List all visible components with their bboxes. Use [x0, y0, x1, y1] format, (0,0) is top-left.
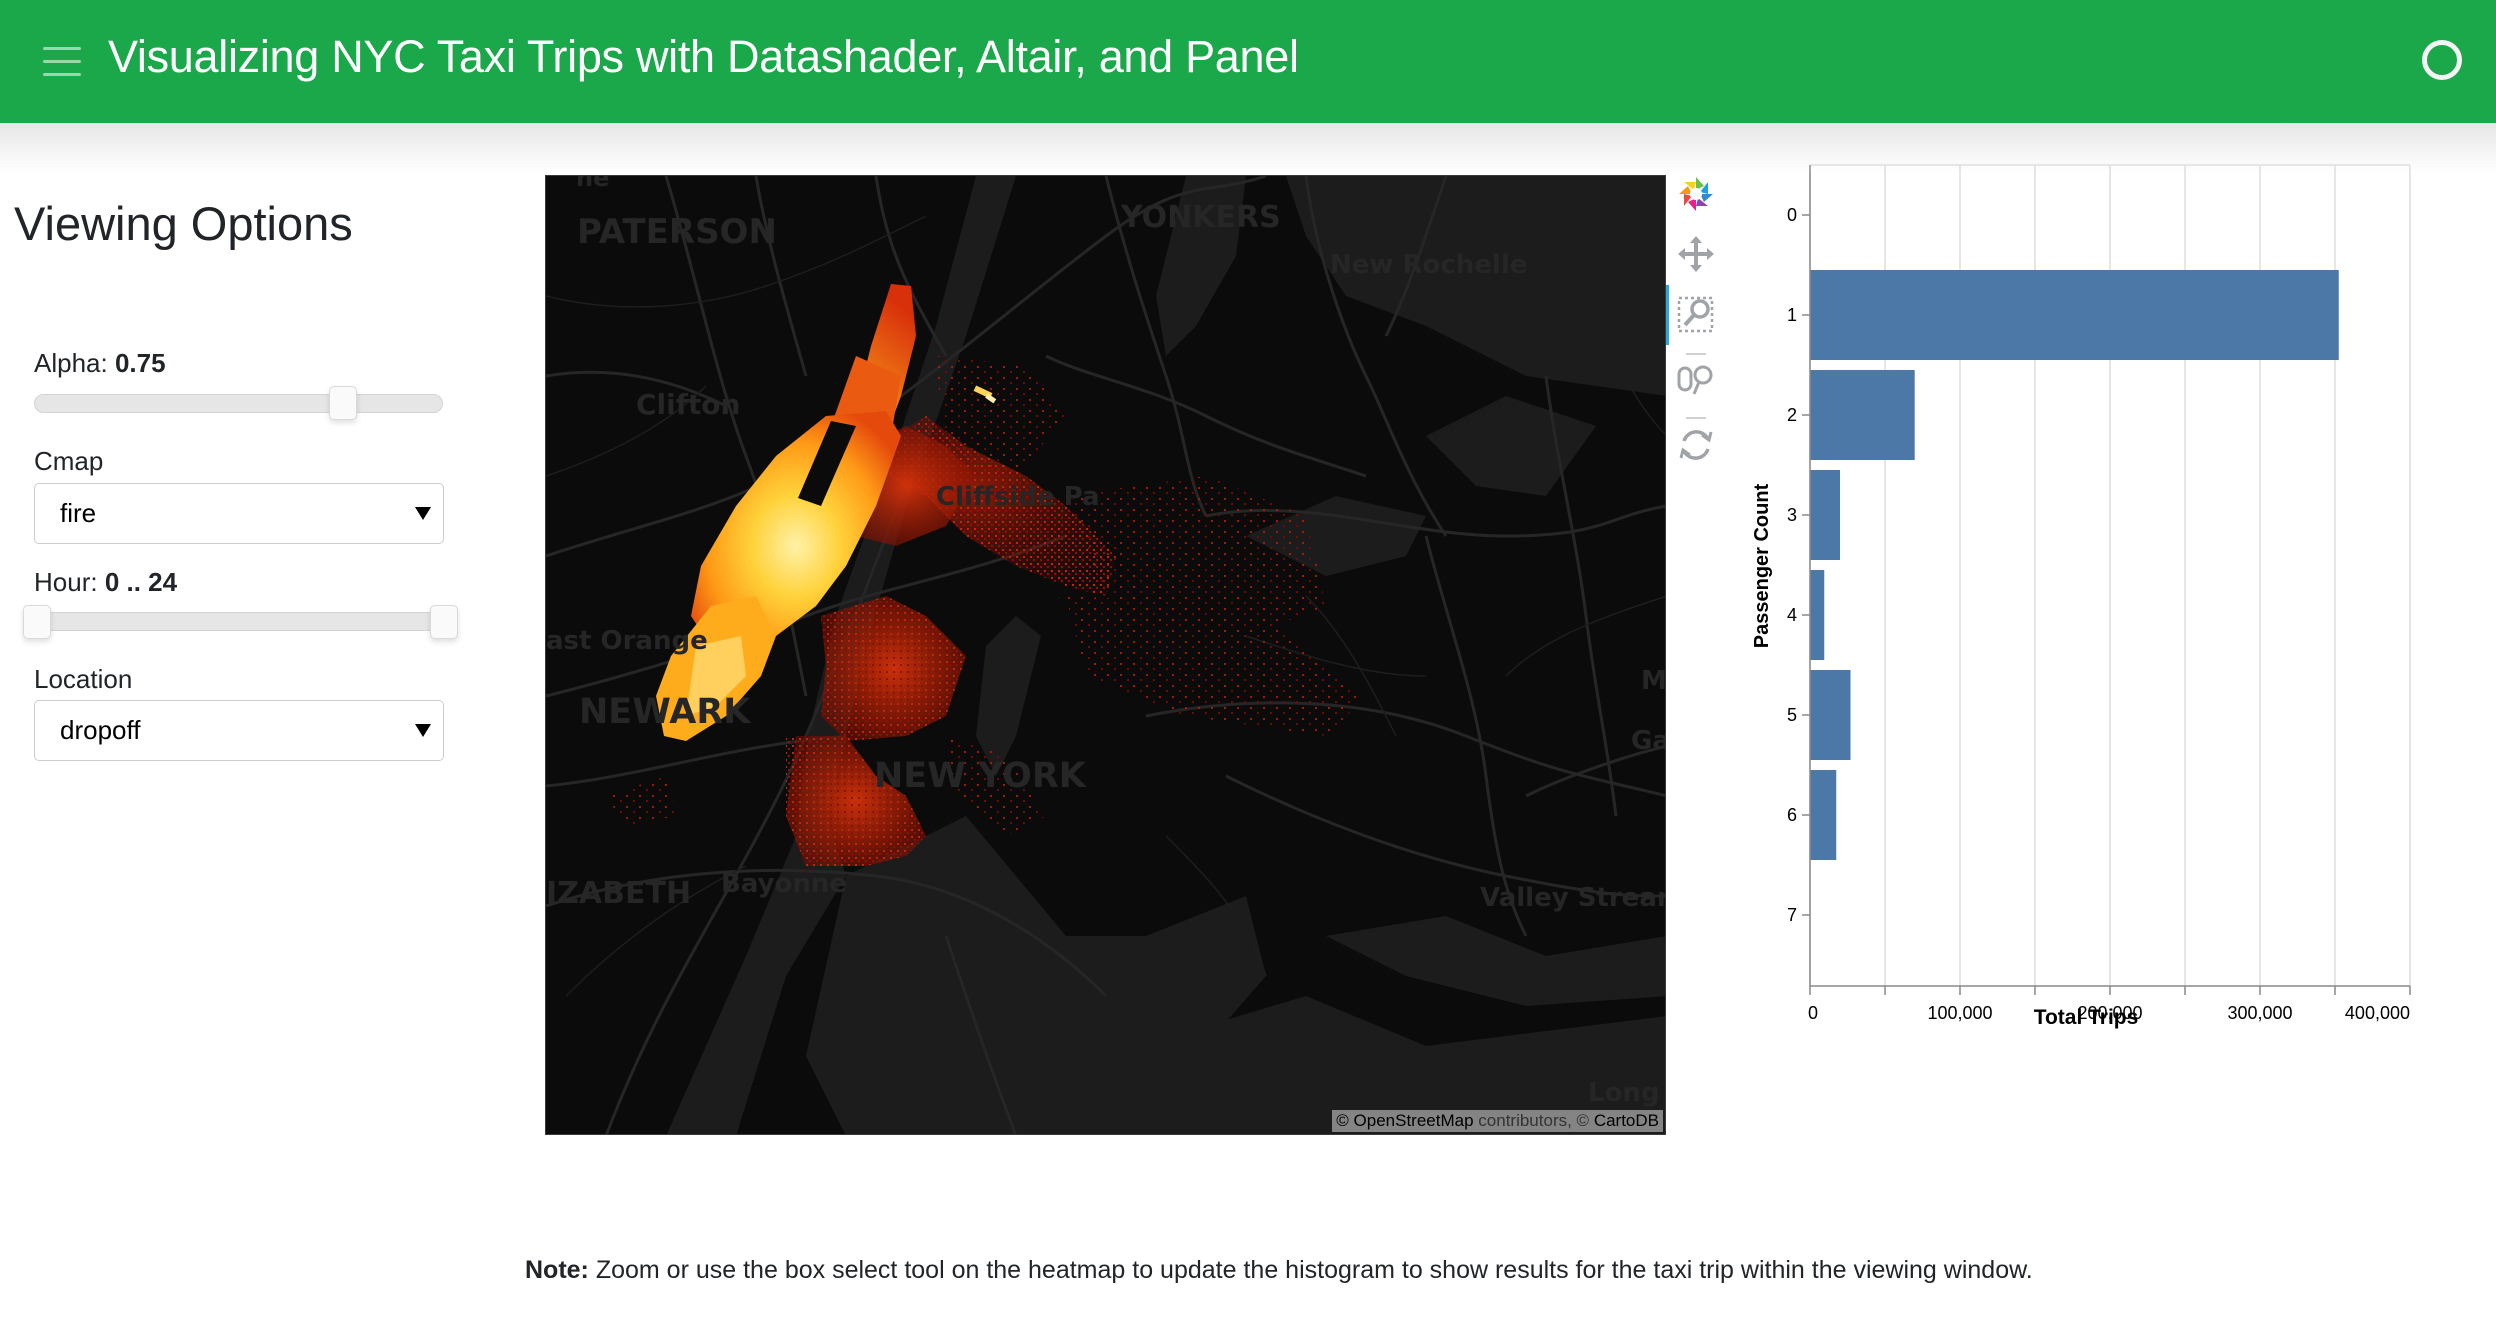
y-tick-label: 0 — [1787, 205, 1797, 225]
map-label-valley-stream: Valley Stream — [1480, 883, 1666, 913]
map-label-top: ne — [576, 175, 610, 192]
map-label-newark: NEWARK — [579, 692, 751, 732]
cmap-select-value: fire — [60, 498, 97, 528]
bar-passenger-3[interactable] — [1810, 470, 1840, 560]
hour-range-slider[interactable] — [23, 605, 458, 639]
x-tick-label: 100,000 — [1927, 1003, 1992, 1023]
location-select-value: dropoff — [60, 715, 141, 745]
y-tick-label: 7 — [1787, 905, 1797, 925]
map-label-paterson: PATERSON — [577, 212, 777, 252]
osm-link[interactable]: OpenStreetMap — [1354, 1111, 1474, 1130]
chevron-down-icon — [415, 724, 431, 737]
map-label-ga: Ga — [1631, 726, 1665, 756]
x-tick-label: 300,000 — [2227, 1003, 2292, 1023]
histogram-svg: 01234567 0 100,000 200,000 300,000 400,000 P… — [1751, 164, 2411, 1029]
app-header: Visualizing NYC Taxi Trips with Datashad… — [0, 0, 2496, 123]
alpha-slider-handle[interactable] — [328, 386, 357, 420]
map-label-elizabeth: IZABETH — [546, 876, 692, 911]
bar-passenger-6[interactable] — [1810, 770, 1837, 860]
note-text: Note: Zoom or use the box select tool on… — [525, 1256, 2033, 1285]
wheel-zoom-icon[interactable] — [1676, 360, 1716, 400]
hour-label-text: Hour: — [34, 567, 98, 597]
x-tick-label: 400,000 — [2345, 1003, 2410, 1023]
bar-passenger-5[interactable] — [1810, 670, 1851, 760]
cmap-select[interactable]: fire — [34, 483, 444, 544]
location-select[interactable]: dropoff — [34, 700, 444, 761]
x-tick-label: 0 — [1808, 1003, 1818, 1023]
map-label-bayonne: Bayonne — [721, 869, 848, 899]
y-tick-label: 1 — [1787, 305, 1797, 325]
bokeh-logo-icon[interactable] — [1676, 174, 1716, 214]
hour-slider-start-handle[interactable] — [23, 605, 51, 639]
y-axis-title: Passenger Count — [1751, 483, 1773, 648]
map-label-cliffside-park: Cliffside Pa — [936, 482, 1100, 512]
box-zoom-icon[interactable] — [1676, 294, 1716, 334]
cmap-label: Cmap — [34, 446, 104, 476]
alpha-label: Alpha: 0.75 — [34, 348, 166, 379]
alpha-slider[interactable] — [34, 386, 443, 420]
app-title: Visualizing NYC Taxi Trips with Datashad… — [108, 31, 1299, 82]
busy-indicator-icon — [2422, 40, 2462, 80]
cartodb-link[interactable]: CartoDB — [1594, 1111, 1659, 1130]
hour-label: Hour: 0 .. 24 — [34, 567, 177, 598]
toolbar-divider — [1686, 353, 1706, 355]
alpha-label-text: Alpha: — [34, 348, 108, 378]
y-tick-label: 5 — [1787, 705, 1797, 725]
header-shadow — [0, 123, 2496, 173]
bar-passenger-2[interactable] — [1810, 370, 1915, 460]
map-label-new-york: NEW YORK — [874, 756, 1086, 796]
map-label-long-beach: Long B — [1588, 1078, 1665, 1108]
pan-icon[interactable] — [1676, 234, 1716, 274]
y-tick-label: 3 — [1787, 505, 1797, 525]
active-tool-indicator — [1666, 285, 1669, 345]
hamburger-menu-icon[interactable] — [43, 47, 81, 77]
x-axis-title: Total Trips — [2034, 1006, 2139, 1029]
alpha-value: 0.75 — [114, 348, 166, 378]
location-label: Location — [34, 664, 133, 694]
hour-value: 0 .. 24 — [104, 567, 178, 597]
map-label-east-orange: ast Orange — [546, 626, 708, 656]
y-tick-label: 6 — [1787, 805, 1797, 825]
y-tick-label: 2 — [1787, 405, 1797, 425]
bar-passenger-1[interactable] — [1810, 270, 2339, 360]
hour-slider-end-handle[interactable] — [430, 605, 458, 639]
map-attribution: © OpenStreetMap contributors, © CartoDB — [1332, 1110, 1663, 1132]
map-label-new-rochelle: New Rochelle — [1330, 250, 1528, 280]
basemap-tiles — [546, 176, 1665, 1134]
map-toolbar — [1666, 170, 1716, 470]
note-label: Note: — [525, 1256, 589, 1284]
chevron-down-icon — [415, 507, 431, 520]
map-label-clifton: Clifton — [636, 388, 741, 421]
note-body: Zoom or use the box select tool on the h… — [588, 1256, 2033, 1284]
passenger-histogram[interactable]: 01234567 0 100,000 200,000 300,000 400,000 P… — [1740, 150, 2460, 1050]
bar-passenger-4[interactable] — [1810, 570, 1825, 660]
sidebar-title: Viewing Options — [14, 197, 353, 250]
y-tick-label: 4 — [1787, 605, 1797, 625]
toolbar-divider — [1686, 417, 1706, 419]
map-label-m: M — [1641, 666, 1666, 696]
reset-icon[interactable] — [1676, 425, 1716, 465]
map-label-yonkers: YONKERS — [1121, 200, 1281, 235]
heatmap-map[interactable]: PATERSON YONKERS New Rochelle Clifton Cl… — [545, 175, 1666, 1135]
